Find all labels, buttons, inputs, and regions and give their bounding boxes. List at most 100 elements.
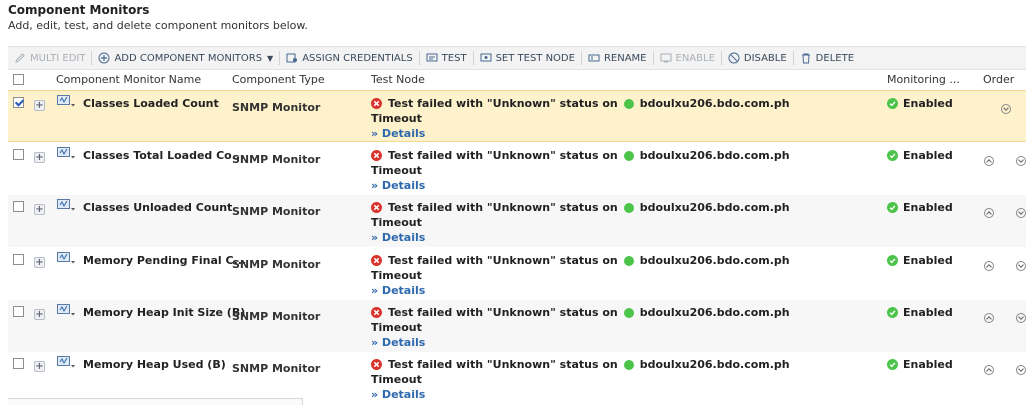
rename-button[interactable]: RENAME	[582, 47, 653, 69]
snmp-monitor-icon[interactable]	[57, 199, 77, 213]
snmp-monitor-icon[interactable]	[57, 356, 77, 370]
component-type: SNMP Monitor	[232, 258, 321, 271]
error-icon	[371, 202, 382, 213]
details-link[interactable]: » Details	[371, 231, 425, 244]
table-row[interactable]: + Classes Total Loaded Co... SNMP Monito…	[8, 143, 1026, 195]
row-checkbox[interactable]	[13, 254, 24, 265]
assign-credentials-label: ASSIGN CREDENTIALS	[302, 52, 413, 64]
details-link[interactable]: » Details	[371, 336, 425, 349]
component-monitor-name: Classes Loaded Count	[83, 97, 219, 110]
multi-edit-label: MULTI EDIT	[30, 52, 86, 64]
test-button[interactable]: TEST	[420, 47, 473, 69]
move-up-icon[interactable]	[984, 365, 994, 375]
monitoring-status-text: Enabled	[903, 358, 953, 371]
monitoring-status: Enabled	[887, 201, 953, 214]
disable-icon	[728, 52, 740, 64]
enabled-check-icon	[887, 307, 898, 318]
node-status-up-icon	[623, 307, 634, 318]
expand-row-icon[interactable]: +	[34, 204, 45, 215]
table-row[interactable]: + Memory Pending Final C... SNMP Monitor…	[8, 248, 1026, 300]
move-down-icon[interactable]	[1016, 313, 1026, 323]
enabled-check-icon	[887, 359, 898, 370]
test-failed-text: Test failed with "Unknown" status on	[388, 201, 618, 214]
move-up-icon[interactable]	[984, 156, 994, 166]
test-failed-text: Test failed with "Unknown" status on	[388, 306, 618, 319]
row-checkbox[interactable]	[13, 149, 24, 160]
select-all-checkbox[interactable]	[13, 74, 24, 85]
assign-credentials-button[interactable]: ASSIGN CREDENTIALS	[280, 47, 418, 69]
node-status-up-icon	[623, 359, 634, 370]
details-link[interactable]: » Details	[371, 179, 425, 192]
monitoring-status: Enabled	[887, 306, 953, 319]
expand-row-icon[interactable]: +	[34, 309, 45, 320]
enabled-check-icon	[887, 98, 898, 109]
column-header-name[interactable]: Component Monitor Name	[56, 73, 201, 86]
snmp-monitor-icon[interactable]	[57, 252, 77, 266]
details-link[interactable]: » Details	[371, 388, 425, 401]
column-header-order[interactable]: Order	[983, 73, 1014, 86]
move-down-icon[interactable]	[1016, 208, 1026, 218]
dropdown-caret-icon: ▼	[267, 53, 274, 63]
details-link[interactable]: » Details	[371, 284, 425, 297]
move-down-icon[interactable]	[1016, 156, 1026, 166]
expand-row-icon[interactable]: +	[34, 100, 45, 111]
table-row[interactable]: + Classes Loaded Count SNMP Monitor Test…	[8, 90, 1026, 142]
row-checkbox[interactable]	[13, 358, 24, 369]
error-icon	[371, 150, 382, 161]
expand-row-icon[interactable]: +	[34, 152, 45, 163]
node-name-link[interactable]: bdoulxu206.bdo.com.ph	[640, 254, 790, 267]
enabled-check-icon	[887, 255, 898, 266]
node-name-link[interactable]: bdoulxu206.bdo.com.ph	[640, 149, 790, 162]
disable-button[interactable]: DISABLE	[722, 47, 793, 69]
test-node-result: Test failed with "Unknown" status on bdo…	[371, 254, 790, 267]
delete-button[interactable]: DELETE	[794, 47, 860, 69]
enable-button[interactable]: ENABLE	[654, 47, 721, 69]
snmp-monitor-icon[interactable]	[57, 304, 77, 318]
node-status-up-icon	[623, 202, 634, 213]
page-title: Component Monitors	[8, 3, 150, 17]
monitoring-status-text: Enabled	[903, 149, 953, 162]
table-row[interactable]: + Memory Heap Init Size (B) SNMP Monitor…	[8, 300, 1026, 352]
monitoring-status: Enabled	[887, 149, 953, 162]
set-test-node-button[interactable]: SET TEST NODE	[474, 47, 581, 69]
test-monitor-icon	[426, 53, 438, 62]
move-up-icon[interactable]	[984, 313, 994, 323]
row-checkbox[interactable]	[13, 306, 24, 317]
column-header-test-node[interactable]: Test Node	[371, 73, 425, 86]
test-failed-text: Test failed with "Unknown" status on	[388, 97, 618, 110]
test-failure-reason: Timeout	[371, 216, 422, 229]
node-name-link[interactable]: bdoulxu206.bdo.com.ph	[640, 97, 790, 110]
expand-row-icon[interactable]: +	[34, 361, 45, 372]
table-row[interactable]: + Classes Unloaded Count SNMP Monitor Te…	[8, 195, 1026, 247]
add-component-monitors-button[interactable]: ADD COMPONENT MONITORS ▼	[92, 47, 279, 69]
component-type: SNMP Monitor	[232, 362, 321, 375]
node-status-up-icon	[623, 98, 634, 109]
move-up-icon[interactable]	[984, 261, 994, 271]
move-down-icon[interactable]	[1016, 365, 1026, 375]
node-name-link[interactable]: bdoulxu206.bdo.com.ph	[640, 306, 790, 319]
error-icon	[371, 359, 382, 370]
snmp-monitor-icon[interactable]	[57, 95, 77, 109]
table-row[interactable]: + Memory Heap Used (B) SNMP Monitor Test…	[8, 352, 1026, 404]
component-monitor-name: Classes Unloaded Count	[83, 201, 233, 214]
move-up-icon[interactable]	[984, 208, 994, 218]
column-header-type[interactable]: Component Type	[232, 73, 325, 86]
snmp-monitor-icon[interactable]	[57, 147, 77, 161]
move-down-icon[interactable]	[1001, 104, 1011, 114]
row-checkbox[interactable]	[13, 97, 24, 108]
enabled-check-icon	[887, 150, 898, 161]
enable-label: ENABLE	[675, 52, 715, 64]
error-icon	[371, 98, 382, 109]
node-name-link[interactable]: bdoulxu206.bdo.com.ph	[640, 201, 790, 214]
expand-row-icon[interactable]: +	[34, 257, 45, 268]
column-header-monitoring[interactable]: Monitoring ...	[887, 73, 960, 86]
page-header: Component Monitors Add, edit, test, and …	[8, 2, 308, 34]
row-checkbox[interactable]	[13, 201, 24, 212]
multi-edit-button[interactable]: MULTI EDIT	[8, 47, 91, 69]
move-down-icon[interactable]	[1016, 261, 1026, 271]
credentials-icon	[286, 53, 298, 63]
test-node-result: Test failed with "Unknown" status on bdo…	[371, 306, 790, 319]
node-name-link[interactable]: bdoulxu206.bdo.com.ph	[640, 358, 790, 371]
component-type: SNMP Monitor	[232, 101, 321, 114]
details-link[interactable]: » Details	[371, 127, 425, 140]
